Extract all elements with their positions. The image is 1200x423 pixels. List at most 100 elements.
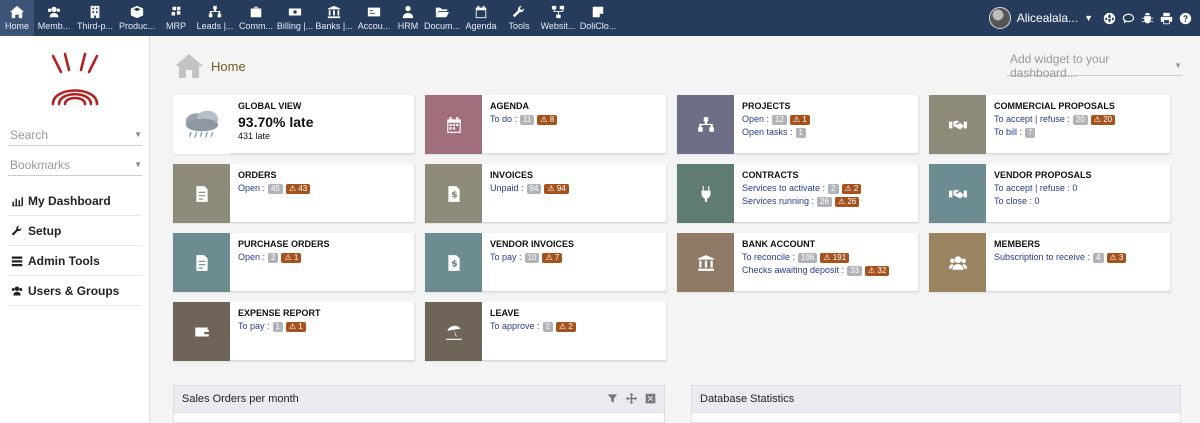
menu-commercial[interactable]: Comm... [236,0,276,36]
database-stats-panel-body [691,413,1181,423]
count-badge: 26 [817,196,832,207]
box-vendor-proposals[interactable]: VENDOR PROPOSALS To accept | refuse : 0 … [929,164,1171,223]
plug-icon [677,164,734,223]
search-select[interactable]: Search ▼ [8,124,142,146]
file-text-icon [173,233,230,292]
sidebar-item-admin-tools[interactable]: Admin Tools [8,246,142,276]
to-accept-line[interactable]: To accept | refuse :2020 [994,113,1116,126]
line-label: Unpaid : [490,183,524,193]
left-sidebar: Search ▼ Bookmarks ▼ My Dashboard Setup … [0,36,150,423]
menu-home[interactable]: Home [0,0,34,36]
main-content: Home Add widget to your dashboard... ▼ G… [150,36,1200,423]
to-pay-line[interactable]: To pay :107 [490,251,574,264]
print-icon[interactable] [1160,12,1173,25]
unpaid-line[interactable]: Unpaid :9494 [490,182,569,195]
box-title: LEAVE [490,308,520,318]
box-contracts[interactable]: CONTRACTS Services to activate :22 Servi… [677,164,919,223]
user-tie-icon [402,5,414,19]
menu-banks[interactable]: Banks |... [314,0,354,36]
checks-line[interactable]: Checks awaiting deposit :3332 [742,264,890,277]
box-commercial-proposals[interactable]: COMMERCIAL PROPOSALS To accept | refuse … [929,95,1171,154]
username[interactable]: Alicealala... [1017,11,1078,25]
subscription-line[interactable]: Subscription to receive :43 [994,251,1127,264]
sidebar-item-my-dashboard[interactable]: My Dashboard [8,186,142,216]
menu-websites[interactable]: Websit... [538,0,578,36]
box-title: COMMERCIAL PROPOSALS [994,101,1115,111]
menu-label: Agenda [465,21,497,31]
box-members[interactable]: MEMBERS Subscription to receive :43 [929,233,1171,292]
box-leave[interactable]: LEAVE To approve :22 [425,302,667,361]
count-badge: 33 [847,265,862,276]
bookmarks-placeholder: Bookmarks [10,157,71,172]
chevron-down-icon[interactable]: ▼ [1084,13,1093,23]
menu-label: Banks |... [315,21,353,31]
sidebar-item-setup[interactable]: Setup [8,216,142,246]
menu-agenda[interactable]: Agenda [462,0,500,36]
menu-doliclo[interactable]: DoliClo... [578,0,618,36]
menu-thirdparties[interactable]: Third-p... [74,0,116,36]
bug-icon[interactable] [1141,12,1154,25]
open-line[interactable]: Open :121 [742,113,810,126]
chevron-down-icon: ▼ [1174,61,1182,70]
running-line[interactable]: Services running :2626 [742,195,861,208]
help-icon[interactable] [1179,12,1192,25]
menu-leads[interactable]: Leads |... [194,0,236,36]
members-icon [47,6,61,18]
wrench-icon [11,225,22,235]
to-reconcile-line[interactable]: To reconcile :196191 [742,251,889,264]
late-badge: 1 [285,321,306,332]
note-icon [592,6,604,18]
menu-accounting[interactable]: Accou... [354,0,394,36]
todo-line[interactable]: To do :118 [490,113,558,126]
filter-icon[interactable] [607,393,618,404]
open-tasks-line[interactable]: Open tasks :1 [742,126,810,139]
to-close-line[interactable]: To close : 0 [994,195,1092,208]
box-title: BANK ACCOUNT [742,239,816,249]
close-icon[interactable] [645,393,656,404]
line-label: Subscription to receive : [994,252,1091,262]
to-approve-line[interactable]: To approve :22 [490,320,576,333]
to-accept-line[interactable]: To accept | refuse : 0 [994,182,1092,195]
box-global-view[interactable]: GLOBAL VIEW 93.70% late 431 late [173,95,415,154]
box-vendor-invoices[interactable]: VENDOR INVOICES To pay :107 [425,233,667,292]
count-badge: 94 [526,183,542,194]
menu-hrm[interactable]: HRM [394,0,422,36]
box-purchase-orders[interactable]: PURCHASE ORDERS Open :21 [173,233,415,292]
wrench-icon [512,5,525,18]
box-expense-report[interactable]: EXPENSE REPORT To pay :11 [173,302,415,361]
menu-billing[interactable]: Billing |... [276,0,314,36]
globe-icon[interactable] [1103,12,1116,25]
chevron-down-icon: ▼ [134,130,142,139]
late-badge: 191 [820,252,850,263]
panel-tools [607,393,656,404]
menu-documents[interactable]: Docum... [422,0,462,36]
cubes-icon [171,6,181,16]
wallet-icon [173,302,230,361]
box-bank-account[interactable]: BANK ACCOUNT To reconcile :196191 Checks… [677,233,919,292]
menu-products[interactable]: Produc... [116,0,158,36]
box-agenda[interactable]: AGENDA To do :118 [425,95,667,154]
menu-label: Tools [508,21,530,31]
box-orders[interactable]: ORDERS Open :4543 [173,164,415,223]
late-badge: 1 [789,114,810,125]
bookmarks-select[interactable]: Bookmarks ▼ [8,154,142,176]
menu-members[interactable]: Memb... [34,0,74,36]
to-bill-line[interactable]: To bill :7 [994,126,1115,139]
money-icon [288,8,302,16]
to-pay-line[interactable]: To pay :11 [238,320,321,333]
home-icon [175,54,203,78]
network-icon [551,5,565,19]
menu-mrp[interactable]: MRP [158,0,194,36]
menu-tools[interactable]: Tools [500,0,538,36]
open-line[interactable]: Open :21 [238,251,330,264]
to-activate-line[interactable]: Services to activate :22 [742,182,862,195]
comment-icon[interactable] [1122,12,1135,25]
add-widget-select[interactable]: Add widget to your dashboard... ▼ [1006,52,1182,80]
move-icon[interactable] [626,393,637,404]
box-invoices[interactable]: INVOICES Unpaid :9494 [425,164,667,223]
sidebar-item-users-groups[interactable]: Users & Groups [8,276,142,306]
box-projects[interactable]: PROJECTS Open :121 Open tasks :1 [677,95,919,154]
avatar[interactable] [988,7,1011,29]
late-badge: 20 [1090,114,1116,125]
open-line[interactable]: Open :4543 [238,182,311,195]
